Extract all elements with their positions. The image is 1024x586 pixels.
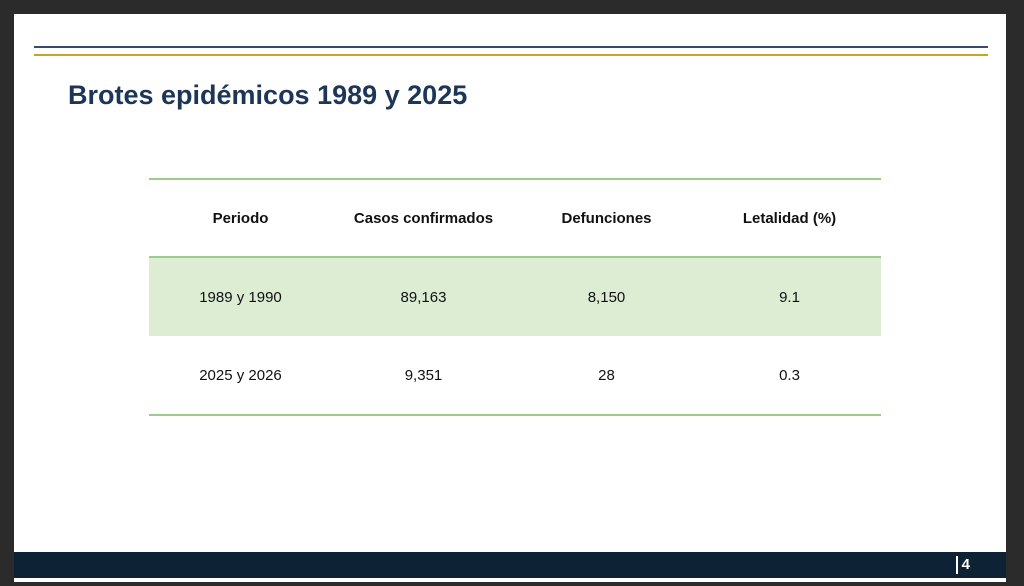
header-periodo: Periodo [212,209,269,227]
header-letalidad: Letalidad (%) [742,209,837,227]
header-defunciones: Defunciones [561,209,652,227]
cell-casos: 89,163 [400,288,447,306]
page-number-separator [956,556,958,574]
cell-letalidad: 9.1 [779,288,800,306]
cell-defunciones: 28 [598,366,615,384]
presentation-slide: Brotes epidémicos 1989 y 2025 Periodo Ca… [14,14,1006,582]
header-casos-confirmados: Casos confirmados [353,209,494,227]
cell-casos: 9,351 [404,366,443,384]
page-number: 4 [961,556,970,573]
table-header-row: Periodo Casos confirmados Defunciones Le… [149,179,881,257]
cell-periodo: 1989 y 1990 [199,288,282,306]
footer-bar [14,552,1006,578]
cell-periodo: 2025 y 2026 [199,366,282,384]
outbreak-table: Periodo Casos confirmados Defunciones Le… [149,178,881,416]
cell-letalidad: 0.3 [779,366,800,384]
table-row: 2025 y 2026 9,351 28 0.3 [149,336,881,415]
slide-title: Brotes epidémicos 1989 y 2025 [68,80,468,110]
cell-defunciones: 8,150 [587,288,626,306]
header-rule-navy [34,46,988,48]
screen-frame: Brotes epidémicos 1989 y 2025 Periodo Ca… [0,0,1024,586]
header-rule-gold [34,54,988,56]
table-row: 1989 y 1990 89,163 8,150 9.1 [149,257,881,336]
